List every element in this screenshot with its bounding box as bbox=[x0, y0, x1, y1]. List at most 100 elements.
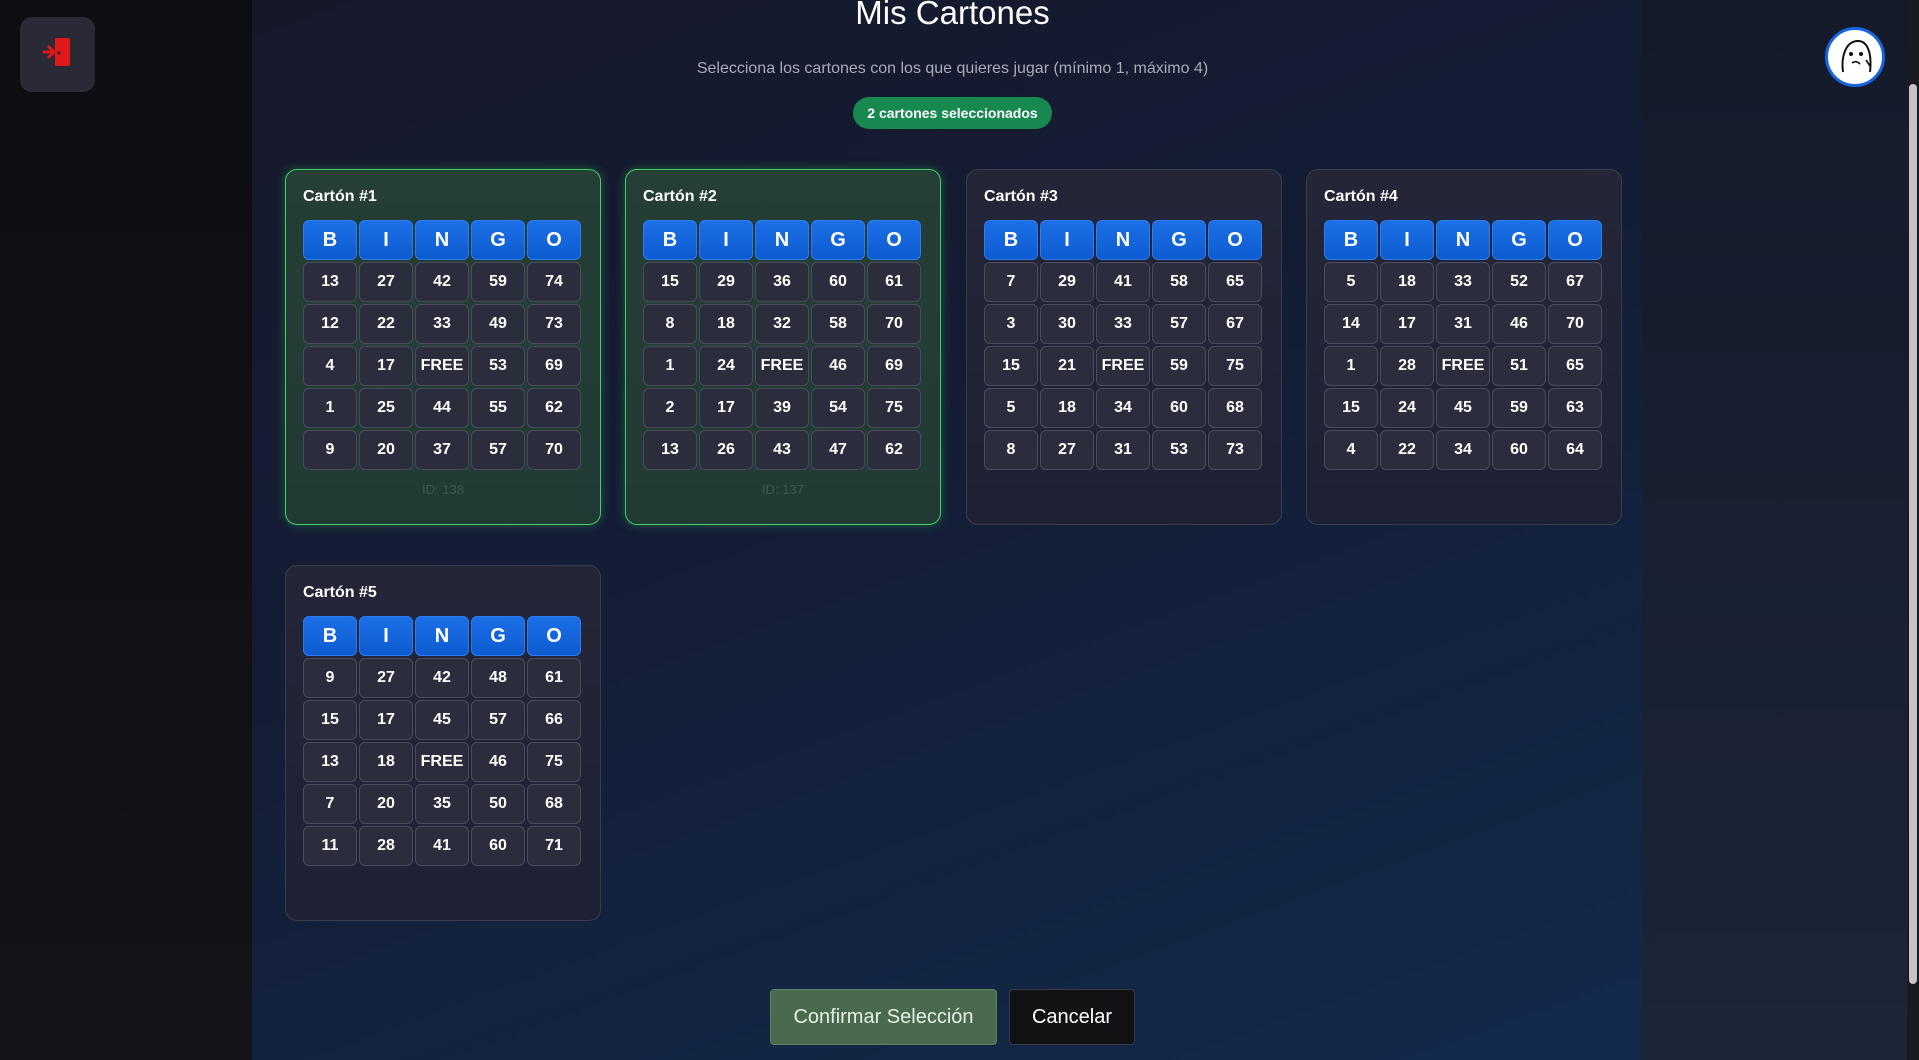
bingo-number-cell: 36 bbox=[755, 262, 809, 302]
bingo-number-cell: 51 bbox=[1492, 346, 1546, 386]
bingo-header-cell: B bbox=[303, 616, 357, 656]
bingo-number-cell: 59 bbox=[1152, 346, 1206, 386]
bingo-number-cell: 17 bbox=[699, 388, 753, 428]
bingo-number-cell: 60 bbox=[471, 826, 525, 866]
bingo-number-cell: 65 bbox=[1548, 346, 1602, 386]
bingo-free-cell: FREE bbox=[755, 346, 809, 386]
bingo-header-cell: O bbox=[1208, 220, 1262, 260]
bingo-header-cell: N bbox=[1096, 220, 1150, 260]
bingo-number-cell: 43 bbox=[755, 430, 809, 470]
bingo-number-cell: 66 bbox=[527, 700, 581, 740]
bingo-number-cell: 14 bbox=[1324, 304, 1378, 344]
bingo-number-cell: 44 bbox=[415, 388, 469, 428]
bingo-header-cell: B bbox=[643, 220, 697, 260]
bingo-number-cell: 18 bbox=[1040, 388, 1094, 428]
bingo-grid: B I N G O 13 27 42 59 74 12 22 33 49 73 4 17 FREE 53 69 1 25 4… bbox=[303, 220, 583, 470]
bingo-number-cell: 9 bbox=[303, 658, 357, 698]
bingo-number-cell: 75 bbox=[1208, 346, 1262, 386]
bingo-number-cell: 70 bbox=[527, 430, 581, 470]
bingo-number-cell: 5 bbox=[984, 388, 1038, 428]
bingo-number-cell: 42 bbox=[415, 658, 469, 698]
bingo-number-cell: 32 bbox=[755, 304, 809, 344]
bingo-number-cell: 54 bbox=[811, 388, 865, 428]
bingo-number-cell: 28 bbox=[359, 826, 413, 866]
bingo-number-cell: 13 bbox=[643, 430, 697, 470]
bingo-number-cell: 48 bbox=[471, 658, 525, 698]
bingo-number-cell: 13 bbox=[303, 262, 357, 302]
bingo-number-cell: 27 bbox=[359, 658, 413, 698]
card-title: Cartón #4 bbox=[1324, 188, 1398, 205]
bingo-number-cell: 41 bbox=[1096, 262, 1150, 302]
card-title: Cartón #5 bbox=[303, 584, 377, 601]
cancel-button[interactable]: Cancelar bbox=[1009, 989, 1135, 1045]
bingo-header-cell: O bbox=[867, 220, 921, 260]
bingo-header-cell: B bbox=[984, 220, 1038, 260]
right-backdrop bbox=[1642, 0, 1907, 1060]
bingo-number-cell: 29 bbox=[699, 262, 753, 302]
bingo-number-cell: 33 bbox=[1436, 262, 1490, 302]
bingo-number-cell: 1 bbox=[303, 388, 357, 428]
bingo-number-cell: 29 bbox=[1040, 262, 1094, 302]
bingo-header-cell: N bbox=[755, 220, 809, 260]
bingo-number-cell: 49 bbox=[471, 304, 525, 344]
bingo-header-cell: I bbox=[359, 220, 413, 260]
bingo-card[interactable]: Cartón #5 B I N G O 9 27 42 48 61 15 17 45 57 66 13 18 FRE… bbox=[285, 565, 601, 921]
bingo-number-cell: 57 bbox=[471, 430, 525, 470]
bingo-number-cell: 27 bbox=[359, 262, 413, 302]
bingo-header-cell: G bbox=[471, 616, 525, 656]
bingo-number-cell: 18 bbox=[359, 742, 413, 782]
bingo-number-cell: 24 bbox=[1380, 388, 1434, 428]
bingo-number-cell: 46 bbox=[1492, 304, 1546, 344]
bingo-grid: B I N G O 7 29 41 58 65 3 30 33 57 67 15 21 FREE 59 75 5 18 34… bbox=[984, 220, 1264, 470]
confirm-selection-button[interactable]: Confirmar Selección bbox=[770, 989, 997, 1045]
bingo-number-cell: 17 bbox=[359, 700, 413, 740]
bingo-number-cell: 22 bbox=[359, 304, 413, 344]
bingo-number-cell: 55 bbox=[471, 388, 525, 428]
bingo-number-cell: 13 bbox=[303, 742, 357, 782]
bingo-number-cell: 60 bbox=[811, 262, 865, 302]
bingo-number-cell: 3 bbox=[984, 304, 1038, 344]
bingo-number-cell: 71 bbox=[527, 826, 581, 866]
bingo-number-cell: 60 bbox=[1492, 430, 1546, 470]
bingo-number-cell: 58 bbox=[811, 304, 865, 344]
vertical-scrollbar[interactable] bbox=[1907, 0, 1919, 1060]
left-backdrop bbox=[0, 0, 252, 1060]
bingo-number-cell: 27 bbox=[1040, 430, 1094, 470]
bingo-number-cell: 35 bbox=[415, 784, 469, 824]
bingo-number-cell: 69 bbox=[527, 346, 581, 386]
bingo-card[interactable]: Cartón #1 B I N G O 13 27 42 59 74 12 22 33 49 73 4 17 FRE… bbox=[285, 169, 601, 525]
bingo-number-cell: 20 bbox=[359, 784, 413, 824]
bingo-card[interactable]: Cartón #4 B I N G O 5 18 33 52 67 14 17 31 46 70 1 28 FREE… bbox=[1306, 169, 1622, 525]
bingo-header-cell: B bbox=[303, 220, 357, 260]
bingo-number-cell: 21 bbox=[1040, 346, 1094, 386]
exit-button[interactable] bbox=[20, 17, 95, 92]
card-title: Cartón #1 bbox=[303, 188, 377, 205]
bingo-number-cell: 34 bbox=[1436, 430, 1490, 470]
bingo-number-cell: 68 bbox=[527, 784, 581, 824]
bingo-number-cell: 59 bbox=[1492, 388, 1546, 428]
bingo-number-cell: 41 bbox=[415, 826, 469, 866]
bingo-number-cell: 67 bbox=[1208, 304, 1262, 344]
bingo-number-cell: 31 bbox=[1096, 430, 1150, 470]
bingo-number-cell: 25 bbox=[359, 388, 413, 428]
bingo-number-cell: 26 bbox=[699, 430, 753, 470]
bingo-number-cell: 53 bbox=[1152, 430, 1206, 470]
exit-door-icon bbox=[40, 34, 76, 75]
card-title: Cartón #3 bbox=[984, 188, 1058, 205]
bingo-number-cell: 57 bbox=[1152, 304, 1206, 344]
bingo-free-cell: FREE bbox=[1096, 346, 1150, 386]
bingo-header-cell: I bbox=[699, 220, 753, 260]
bingo-header-cell: I bbox=[1380, 220, 1434, 260]
bingo-number-cell: 15 bbox=[984, 346, 1038, 386]
scrollbar-thumb[interactable] bbox=[1909, 84, 1917, 984]
bingo-number-cell: 5 bbox=[1324, 262, 1378, 302]
bingo-card[interactable]: Cartón #3 B I N G O 7 29 41 58 65 3 30 33 57 67 15 21 FREE… bbox=[966, 169, 1282, 525]
bingo-header-cell: O bbox=[527, 220, 581, 260]
bingo-grid: B I N G O 9 27 42 48 61 15 17 45 57 66 13 18 FREE 46 75 7 20 3… bbox=[303, 616, 583, 866]
bingo-number-cell: 45 bbox=[1436, 388, 1490, 428]
bingo-number-cell: 50 bbox=[471, 784, 525, 824]
user-avatar[interactable] bbox=[1825, 27, 1885, 87]
bingo-card[interactable]: Cartón #2 B I N G O 15 29 36 60 61 8 18 32 58 70 1 24 FREE… bbox=[625, 169, 941, 525]
bingo-number-cell: 75 bbox=[867, 388, 921, 428]
bingo-header-cell: N bbox=[1436, 220, 1490, 260]
